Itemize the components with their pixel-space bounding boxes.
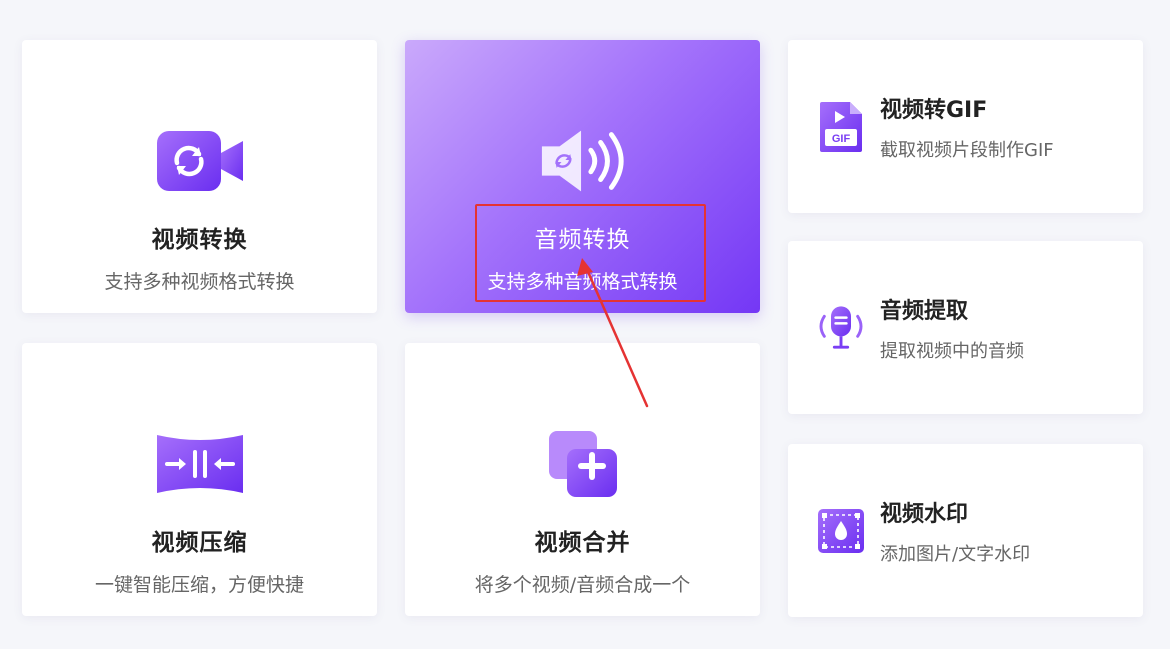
video-to-gif-card[interactable]: GIF 视频转GIF 截取视频片段制作GIF	[788, 40, 1143, 213]
audio-extract-card[interactable]: 音频提取 提取视频中的音频	[788, 241, 1143, 414]
card-title: 视频转换	[151, 227, 248, 253]
gif-badge-text: GIF	[832, 133, 851, 145]
speaker-convert-icon	[538, 128, 628, 194]
card-title: 音频转换	[534, 227, 631, 253]
video-compress-card[interactable]: 视频压缩 一键智能压缩，方便快捷	[22, 343, 377, 616]
card-title: 视频水印	[880, 501, 969, 527]
video-convert-icon	[155, 128, 245, 194]
card-title: 视频压缩	[151, 530, 248, 556]
gif-file-icon: GIF	[816, 100, 866, 154]
card-desc: 一键智能压缩，方便快捷	[94, 574, 304, 596]
card-desc: 添加图片/文字水印	[880, 543, 1031, 565]
card-title: 视频合并	[534, 530, 631, 556]
card-desc: 支持多种音频格式转换	[487, 271, 678, 293]
card-desc: 截取视频片段制作GIF	[880, 139, 1054, 161]
video-merge-card[interactable]: 视频合并 将多个视频/音频合成一个	[405, 343, 760, 616]
watermark-icon	[816, 504, 866, 558]
card-title: 视频转GIF	[880, 97, 988, 123]
card-desc: 支持多种视频格式转换	[104, 271, 295, 293]
merge-plus-icon	[538, 431, 628, 497]
card-desc: 提取视频中的音频	[880, 340, 1024, 362]
card-title: 音频提取	[880, 298, 969, 324]
compress-icon	[155, 431, 245, 497]
audio-convert-card[interactable]: 音频转换 支持多种音频格式转换	[405, 40, 760, 313]
video-watermark-card[interactable]: 视频水印 添加图片/文字水印	[788, 444, 1143, 617]
card-desc: 将多个视频/音频合成一个	[474, 574, 691, 596]
microphone-icon	[816, 301, 866, 355]
video-convert-card[interactable]: 视频转换 支持多种视频格式转换	[22, 40, 377, 313]
